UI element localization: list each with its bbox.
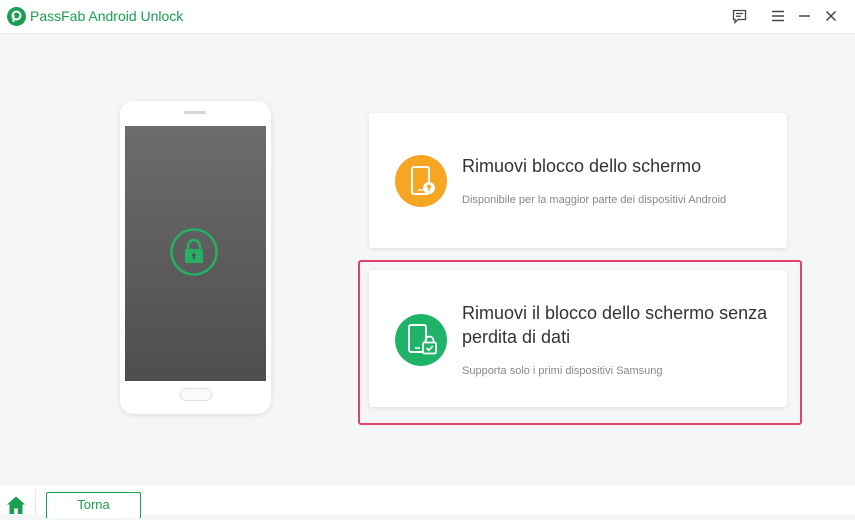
option-icon-badge [395, 155, 447, 207]
menu-button[interactable] [768, 6, 788, 26]
app-logo-icon [7, 7, 26, 26]
phone-speaker [184, 111, 206, 114]
lock-icon [170, 228, 218, 276]
option-remove-lock-no-data-loss[interactable]: Rimuovi il blocco dello schermo senza pe… [369, 270, 787, 407]
feedback-button[interactable] [729, 6, 749, 26]
option-title: Rimuovi blocco dello schermo [462, 156, 702, 176]
phone-home-button [180, 388, 212, 401]
option-subtitle: Disponibile per la maggior parte dei dis… [462, 194, 727, 206]
option-remove-screen-lock[interactable]: Rimuovi blocco dello schermo Disponibile… [369, 113, 787, 248]
app-title: PassFab Android Unlock [30, 8, 184, 24]
phone-illustration [120, 101, 271, 414]
phone-lock-icon [408, 324, 437, 355]
option-title: Rimuovi il blocco dello schermo senza pe… [462, 303, 768, 347]
feedback-icon [732, 9, 746, 24]
title-bar: PassFab Android Unlock [0, 0, 855, 34]
bottom-bar: Torna [0, 485, 855, 518]
footer-divider [35, 489, 36, 515]
option-subtitle: Supporta solo i primi dispositivi Samsun… [462, 365, 663, 377]
phone-screen [125, 126, 266, 381]
menu-icon [772, 10, 784, 22]
back-button[interactable]: Torna [46, 492, 141, 518]
home-button[interactable] [6, 495, 26, 515]
close-button[interactable] [821, 6, 841, 26]
phone-key-icon [411, 166, 435, 195]
home-icon [7, 496, 25, 514]
close-icon [825, 10, 837, 22]
minimize-icon [798, 15, 810, 17]
option-icon-badge [395, 314, 447, 366]
minimize-button[interactable] [794, 6, 814, 26]
